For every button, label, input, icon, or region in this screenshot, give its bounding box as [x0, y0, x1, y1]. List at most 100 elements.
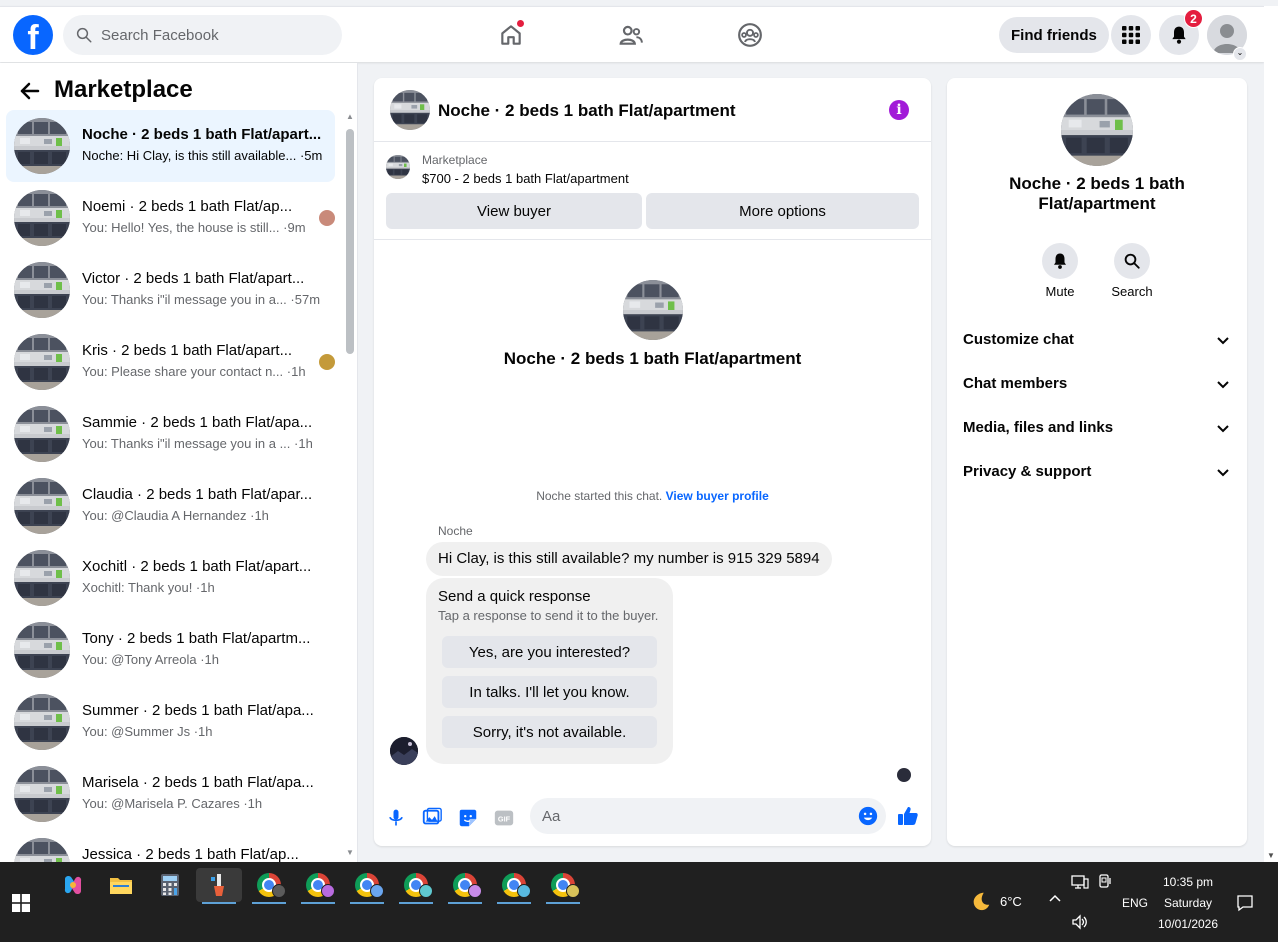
quick-response-card: Send a quick response Tap a response to … — [426, 578, 673, 764]
conversation-item[interactable]: Tony · 2 beds 1 bath Flat/apartm... You:… — [6, 614, 335, 686]
conversation-item[interactable]: Marisela · 2 beds 1 bath Flat/apa... You… — [6, 758, 335, 830]
taskbar-copilot[interactable] — [50, 868, 96, 902]
network-icon[interactable] — [1071, 874, 1089, 893]
grid-menu-icon — [1122, 26, 1140, 44]
scroll-down-arrow-icon[interactable]: ▼ — [1267, 851, 1275, 860]
groups-nav-button[interactable] — [734, 19, 766, 51]
open-indicator — [350, 902, 384, 904]
conversation-preview: You: Thanks i"il message you in a... ·57… — [82, 292, 321, 307]
section-label: Media, files and links — [963, 419, 1114, 436]
scroll-down-arrow-icon[interactable]: ▼ — [346, 849, 354, 857]
gif-button[interactable]: GIF — [492, 806, 516, 830]
listing-thumbnail — [14, 262, 70, 318]
volume-icon[interactable] — [1071, 914, 1089, 933]
menu-button[interactable] — [1111, 15, 1151, 55]
message-input[interactable] — [530, 798, 886, 834]
chat-started-notice: Noche started this chat. View buyer prof… — [374, 489, 931, 503]
thumbs-up-icon[interactable] — [896, 804, 920, 828]
listing-thumbnail — [14, 766, 70, 822]
taskbar-chrome-profile[interactable] — [295, 868, 341, 904]
notifications-button[interactable]: 2 — [1159, 9, 1203, 55]
conversation-title: Noche · 2 beds 1 bath Flat/apart... — [82, 126, 322, 143]
voice-clip-button[interactable] — [384, 806, 408, 830]
media-files-links-section[interactable]: Media, files and links — [955, 406, 1239, 450]
chat-listing-thumbnail[interactable] — [390, 90, 430, 130]
search-box[interactable] — [63, 15, 342, 55]
conversation-item[interactable]: Sammie · 2 beds 1 bath Flat/apa... You: … — [6, 398, 335, 470]
conversation-item[interactable]: Xochitl · 2 beds 1 bath Flat/apart... Xo… — [6, 542, 335, 614]
conversation-item[interactable]: Summer · 2 beds 1 bath Flat/apa... You: … — [6, 686, 335, 758]
conversation-item[interactable]: Jessica · 2 beds 1 bath Flat/ap... — [6, 830, 335, 862]
conversation-item[interactable]: Noche · 2 beds 1 bath Flat/apart... Noch… — [6, 110, 335, 182]
search-in-chat-button[interactable]: Search — [1102, 243, 1162, 299]
customize-chat-section[interactable]: Customize chat — [955, 318, 1239, 362]
taskbar-file-explorer[interactable] — [98, 868, 144, 902]
paint-brush-icon — [211, 874, 224, 896]
profile-badge — [468, 884, 482, 898]
listing-price-title[interactable]: $700 - 2 beds 1 bath Flat/apartment — [422, 171, 629, 186]
profile-badge — [566, 884, 580, 898]
scrollbar-thumb[interactable] — [346, 129, 354, 354]
language-indicator[interactable]: ENG — [1122, 896, 1148, 910]
chat-panel: Noche · 2 beds 1 bath Flat/apartment i M… — [374, 78, 931, 846]
taskbar-active-app[interactable] — [196, 868, 242, 904]
sender-avatar[interactable] — [390, 737, 418, 765]
open-indicator — [301, 902, 335, 904]
quick-response-option[interactable]: In talks. I'll let you know. — [442, 676, 657, 708]
info-icon[interactable]: i — [889, 100, 909, 120]
facebook-logo[interactable]: f — [13, 15, 53, 55]
search-input[interactable] — [101, 26, 321, 44]
sidebar-scrollbar[interactable]: ▲ ▼ — [344, 111, 356, 861]
friends-nav-button[interactable] — [615, 19, 647, 51]
conversation-item[interactable]: Noemi · 2 beds 1 bath Flat/ap... You: He… — [6, 182, 335, 254]
notification-center-icon[interactable] — [1236, 894, 1254, 915]
section-label: Customize chat — [963, 331, 1074, 348]
listing-source-label: Marketplace — [422, 153, 488, 167]
message-composer: GIF — [374, 790, 931, 846]
home-nav-button[interactable] — [495, 19, 527, 51]
conversation-item[interactable]: Kris · 2 beds 1 bath Flat/apart... You: … — [6, 326, 335, 398]
quick-response-option[interactable]: Sorry, it's not available. — [442, 716, 657, 748]
chat-members-section[interactable]: Chat members — [955, 362, 1239, 406]
find-friends-button[interactable]: Find friends — [999, 17, 1109, 53]
view-buyer-button[interactable]: View buyer — [386, 193, 642, 229]
conversation-preview: You: @Summer Js ·1h — [82, 724, 213, 739]
clock[interactable]: 10:35 pm Saturday 10/01/2026 — [1150, 872, 1226, 935]
view-buyer-profile-link[interactable]: View buyer profile — [666, 489, 769, 503]
conversation-item[interactable]: Victor · 2 beds 1 bath Flat/apart... You… — [6, 254, 335, 326]
attach-photo-button[interactable] — [420, 806, 444, 830]
conversation-preview: Xochitl: Thank you! ·1h — [82, 580, 215, 595]
taskbar-chrome-profile[interactable] — [442, 868, 488, 904]
page-scrollbar[interactable]: ▼ — [1264, 6, 1278, 862]
taskbar-chrome-profile[interactable] — [344, 868, 390, 904]
back-arrow-icon[interactable] — [18, 79, 42, 103]
taskbar-chrome-profile[interactable] — [540, 868, 586, 904]
weather-widget[interactable]: 6°C — [970, 890, 1022, 912]
conversation-title: Marisela · 2 beds 1 bath Flat/apa... — [82, 774, 314, 791]
mute-button[interactable]: Mute — [1030, 243, 1090, 299]
open-indicator — [497, 902, 531, 904]
taskbar-chrome-profile[interactable] — [246, 868, 292, 904]
more-options-button[interactable]: More options — [646, 193, 919, 229]
taskbar-calculator[interactable] — [147, 868, 193, 902]
account-chevron-down-icon[interactable]: ⌄ — [1233, 47, 1247, 61]
copilot-icon — [64, 875, 82, 895]
chat-header: Noche · 2 beds 1 bath Flat/apartment i — [374, 78, 931, 142]
marketplace-inbox-sidebar: Marketplace Noche · 2 beds 1 bath Flat/a… — [0, 63, 358, 862]
conversation-item[interactable]: Claudia · 2 beds 1 bath Flat/apar... You… — [6, 470, 335, 542]
device-icon[interactable] — [1097, 874, 1113, 893]
quick-response-option[interactable]: Yes, are you interested? — [442, 636, 657, 668]
incoming-message-bubble[interactable]: Hi Clay, is this still available? my num… — [426, 542, 832, 576]
chat-title[interactable]: Noche · 2 beds 1 bath Flat/apartment — [438, 101, 736, 121]
taskbar-chrome-profile[interactable] — [491, 868, 537, 904]
listing-thumbnail — [14, 334, 70, 390]
conversation-preview: You: Please share your contact n... ·1h — [82, 364, 306, 379]
windows-start-icon[interactable] — [12, 894, 30, 912]
sticker-button[interactable] — [456, 806, 480, 830]
taskbar-chrome-profile[interactable] — [393, 868, 439, 904]
privacy-support-section[interactable]: Privacy & support — [955, 450, 1239, 494]
show-hidden-icons-chevron-up-icon[interactable] — [1048, 892, 1062, 909]
emoji-icon[interactable] — [858, 806, 878, 826]
seen-avatar — [319, 210, 335, 226]
scroll-up-arrow-icon[interactable]: ▲ — [346, 113, 354, 121]
